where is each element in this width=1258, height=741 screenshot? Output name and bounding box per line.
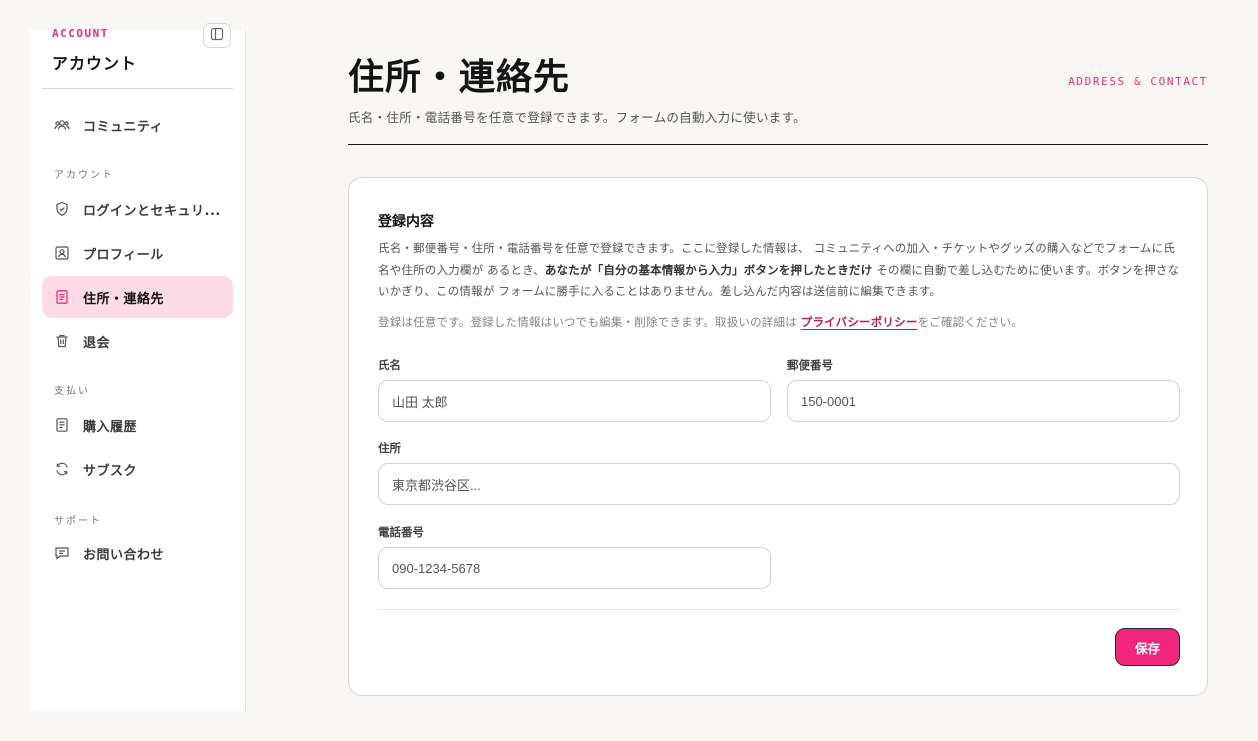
sidebar-divider <box>42 88 233 89</box>
privacy-policy-link[interactable]: プライバシーポリシー <box>801 315 918 329</box>
sidebar-item-label: ログインとセキュリ... <box>83 203 221 219</box>
user-card-icon <box>54 245 70 261</box>
address-field[interactable]: 東京都渋谷区... <box>378 463 1180 505</box>
trash-icon <box>54 333 70 349</box>
sidebar-toggle-button[interactable] <box>203 23 231 48</box>
sidebar-item-withdraw[interactable]: 退会 <box>42 320 233 362</box>
sidebar-item-label: 購入履歴 <box>83 419 138 435</box>
header-divider <box>348 144 1208 145</box>
postal-code-field[interactable]: 150-0001 <box>787 380 1180 422</box>
sidebar-item-label: サブスク <box>83 463 138 479</box>
sidebar-item-label: プロフィール <box>83 247 164 263</box>
document-list-icon <box>54 289 70 305</box>
phone-label: 電話番号 <box>378 525 424 539</box>
sidebar-item-address-contact[interactable]: 住所・連絡先 <box>42 276 233 318</box>
sidebar-item-label: 住所・連絡先 <box>83 291 165 307</box>
save-button[interactable]: 保存 <box>1115 628 1180 666</box>
section-payment: 支払い <box>54 386 90 397</box>
description-emphasis: あなたが「自分の基本情報から入力」ボタンを押したときだけ <box>544 262 873 277</box>
sidebar-item-community[interactable]: コミュニティ <box>42 104 233 146</box>
page-title: 住所・連絡先 <box>348 57 571 98</box>
sidebar-item-login-security[interactable]: ログインとセキュリ... <box>42 188 233 230</box>
page-kicker: ADDRESS & CONTACT <box>1068 75 1208 88</box>
address-label: 住所 <box>378 441 401 455</box>
sidebar-item-label: お問い合わせ <box>83 547 165 563</box>
refresh-icon <box>54 461 70 477</box>
people-icon <box>54 117 70 133</box>
name-field[interactable]: 山田 太郎 <box>378 380 771 422</box>
registration-card: 登録内容 氏名・郵便番号・住所・電話番号を任意で登録できます。ここに登録した情報… <box>348 177 1208 696</box>
sidebar-item-contact[interactable]: お問い合わせ <box>42 532 233 574</box>
postal-code-label: 郵便番号 <box>787 358 833 372</box>
name-label: 氏名 <box>378 358 401 372</box>
card-divider <box>378 609 1180 610</box>
sidebar: ACCOUNT アカウント コミュニティ アカウント ログインとセキュリ... … <box>30 23 246 711</box>
sidebar-panel-icon <box>210 26 224 45</box>
card-title: 登録内容 <box>378 214 434 230</box>
page-subtitle: 氏名・住所・電話番号を任意で登録できます。フォームの自動入力に使います。 <box>348 110 806 125</box>
receipt-icon <box>54 417 70 433</box>
sidebar-item-label: 退会 <box>83 335 111 351</box>
sidebar-item-subscription[interactable]: サブスク <box>42 448 233 490</box>
sidebar-kicker: ACCOUNT <box>52 27 109 40</box>
phone-field[interactable]: 090-1234-5678 <box>378 547 771 589</box>
shield-icon <box>54 201 70 217</box>
card-description: 氏名・郵便番号・住所・電話番号を任意で登録できます。ここに登録した情報は、 コミ… <box>378 238 1181 303</box>
note-text: 登録は任意です。登録した情報はいつでも編集・削除できます。取扱いの詳細は <box>378 315 801 329</box>
section-support: サポート <box>54 516 102 527</box>
note-text-end: をご確認ください。 <box>917 315 1023 329</box>
sidebar-item-purchase-history[interactable]: 購入履歴 <box>42 404 233 446</box>
section-account: アカウント <box>54 170 114 181</box>
sidebar-item-label: コミュニティ <box>83 119 164 135</box>
card-note: 登録は任意です。登録した情報はいつでも編集・削除できます。取扱いの詳細は プライ… <box>378 314 1181 330</box>
sidebar-title: アカウント <box>52 54 138 73</box>
sidebar-item-profile[interactable]: プロフィール <box>42 232 233 274</box>
message-icon <box>54 545 70 561</box>
